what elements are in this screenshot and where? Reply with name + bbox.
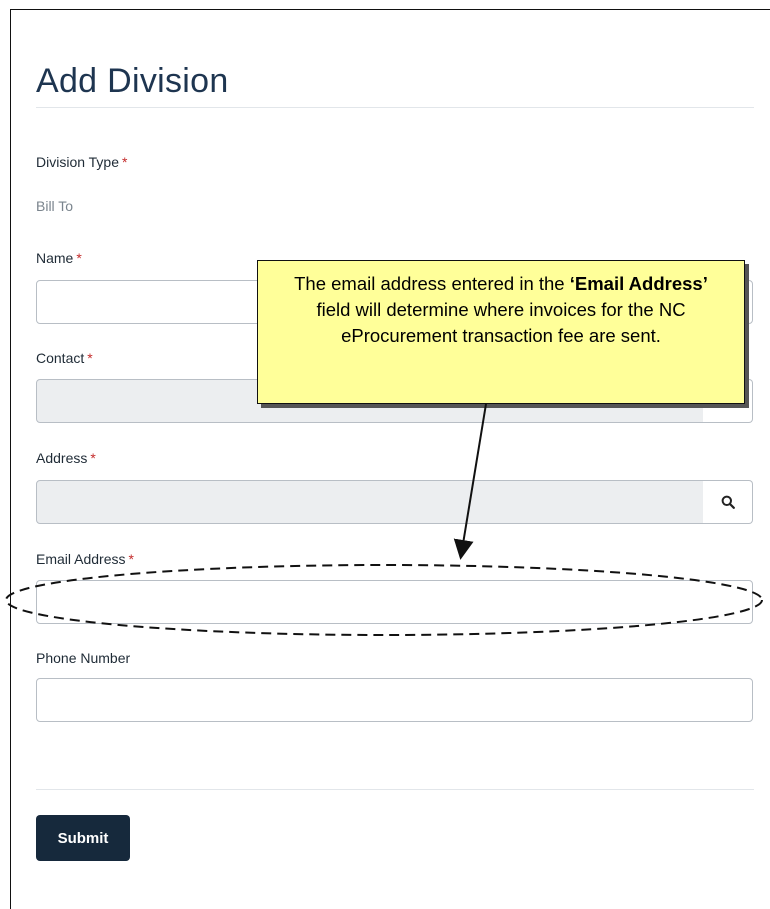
highlight-ellipse (5, 564, 763, 636)
annotation-overlay (5, 403, 763, 636)
callout-arrow (453, 403, 487, 560)
